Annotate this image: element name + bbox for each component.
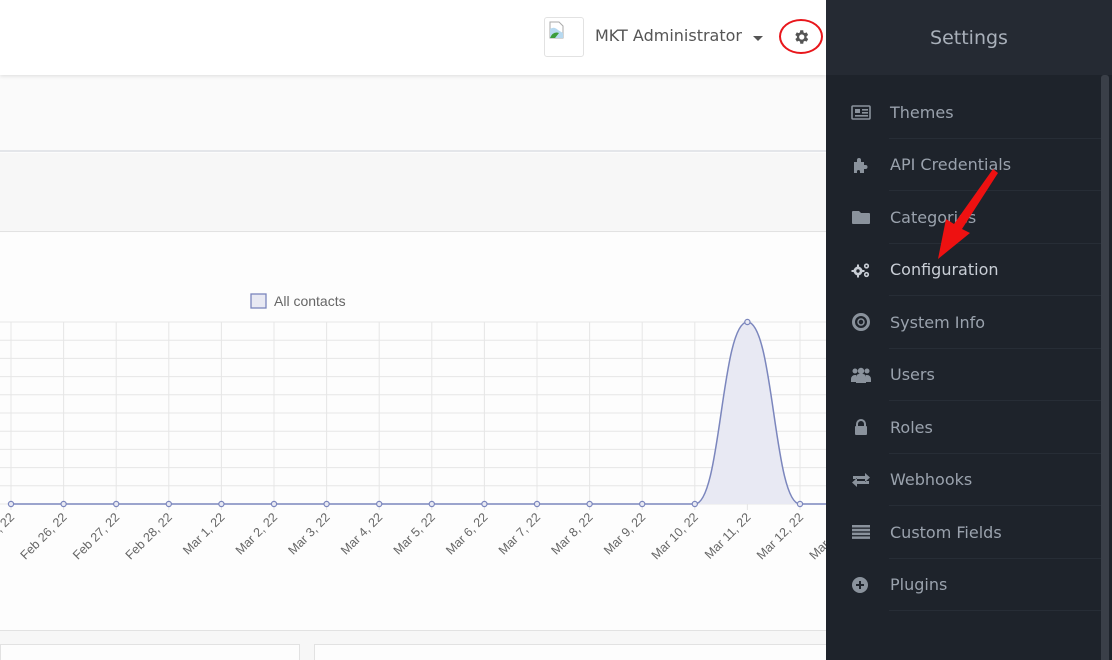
- sidebar-item-label: System Info: [890, 312, 986, 332]
- gears-icon: [850, 261, 872, 279]
- sidebar-item-webhooks[interactable]: Webhooks: [826, 454, 1104, 507]
- widget-card: [0, 644, 300, 660]
- data-point[interactable]: [639, 500, 646, 508]
- list-icon: [850, 523, 872, 541]
- x-tick-label: Mar 13, 22: [807, 510, 826, 562]
- x-tick-label: Mar 10, 22: [649, 510, 701, 562]
- sidebar-item-custom-fields[interactable]: Custom Fields: [826, 506, 1104, 559]
- sidebar-title: Settings: [930, 26, 1008, 49]
- page-header-band: [0, 75, 826, 152]
- sidebar-item-label: Webhooks: [890, 470, 973, 490]
- x-tick-label: Feb 26, 22: [18, 510, 70, 562]
- data-point[interactable]: [481, 500, 488, 508]
- sidebar-item-api-credentials[interactable]: API Credentials: [826, 139, 1104, 192]
- data-point[interactable]: [744, 318, 751, 326]
- user-menu-name[interactable]: MKT Administrator: [595, 26, 742, 45]
- sidebar-item-categories[interactable]: Categories: [826, 191, 1104, 244]
- gear-icon: [795, 29, 809, 44]
- x-tick-label: Mar 8, 22: [548, 510, 595, 557]
- sidebar-item-configuration[interactable]: Configuration: [826, 244, 1104, 297]
- data-point[interactable]: [691, 500, 699, 508]
- top-navbar: MKT Administrator: [0, 0, 826, 75]
- legend-label[interactable]: All contacts: [274, 293, 346, 309]
- data-point[interactable]: [7, 500, 15, 508]
- data-point[interactable]: [376, 500, 383, 508]
- sidebar-item-label: Themes: [890, 102, 954, 122]
- settings-sidebar: Settings Themes API Credentials Categori…: [826, 0, 1112, 660]
- sidebar-item-label: Plugins: [890, 575, 948, 595]
- x-tick-label: Feb 27, 22: [70, 510, 122, 562]
- x-tick-label: Mar 7, 22: [496, 510, 543, 557]
- data-point[interactable]: [270, 500, 278, 508]
- newspaper-icon: [850, 103, 872, 121]
- sidebar-item-label: Users: [890, 365, 935, 385]
- sidebar-item-system-info[interactable]: System Info: [826, 296, 1104, 349]
- x-tick-label: Feb 25, 22: [0, 510, 17, 562]
- widget-card: [314, 644, 826, 660]
- data-point[interactable]: [796, 500, 804, 508]
- settings-button[interactable]: [779, 19, 823, 54]
- data-point[interactable]: [165, 500, 172, 508]
- data-point[interactable]: [218, 500, 225, 508]
- x-tick-label: Mar 9, 22: [601, 510, 648, 557]
- puzzle-icon: [850, 156, 872, 174]
- data-point[interactable]: [586, 500, 593, 508]
- sidebar-item-roles[interactable]: Roles: [826, 401, 1104, 454]
- data-point[interactable]: [533, 500, 541, 508]
- main-content: MKT Administrator Feb 25, 22Feb 26, 22Fe…: [0, 0, 826, 660]
- x-tick-label: Mar 2, 22: [233, 510, 280, 557]
- x-tick-label: Mar 4, 22: [338, 510, 385, 557]
- settings-menu: Themes API Credentials Categories Config…: [826, 86, 1104, 611]
- x-tick-label: Mar 12, 22: [754, 510, 806, 562]
- avatar[interactable]: [544, 17, 584, 57]
- sidebar-item-themes[interactable]: Themes: [826, 86, 1104, 139]
- sidebar-header: Settings: [826, 0, 1112, 75]
- exchange-icon: [850, 471, 872, 489]
- sidebar-scrollbar[interactable]: [1101, 75, 1109, 660]
- data-point[interactable]: [323, 500, 330, 508]
- sidebar-item-label: Categories: [890, 207, 977, 227]
- life-ring-icon: [850, 313, 872, 332]
- legend-swatch[interactable]: [250, 293, 267, 309]
- broken-image-icon: [549, 21, 564, 39]
- data-point[interactable]: [60, 500, 67, 508]
- sidebar-item-plugins[interactable]: Plugins: [826, 559, 1104, 612]
- x-tick-label: Mar 5, 22: [391, 510, 438, 557]
- data-point[interactable]: [112, 500, 120, 508]
- data-point[interactable]: [428, 500, 435, 508]
- sidebar-item-label: Custom Fields: [890, 522, 1002, 542]
- x-tick-label: Feb 28, 22: [123, 510, 175, 562]
- chevron-down-icon[interactable]: [753, 36, 763, 41]
- x-tick-label: Mar 11, 22: [702, 510, 754, 562]
- sidebar-item-users[interactable]: Users: [826, 349, 1104, 402]
- contacts-chart: Feb 25, 22Feb 26, 22Feb 27, 22Feb 28, 22…: [0, 293, 826, 562]
- x-tick-label: Mar 1, 22: [180, 510, 227, 557]
- sidebar-item-label: API Credentials: [890, 155, 1012, 175]
- plus-circle-icon: [850, 576, 872, 594]
- x-tick-label: Mar 3, 22: [285, 510, 332, 557]
- filter-band: [0, 153, 826, 232]
- x-tick-label: Mar 6, 22: [443, 510, 490, 557]
- folder-icon: [850, 208, 872, 226]
- lock-icon: [850, 418, 872, 436]
- users-icon: [850, 366, 872, 384]
- sidebar-item-label: Configuration: [890, 260, 999, 280]
- contacts-chart-panel: Feb 25, 22Feb 26, 22Feb 27, 22Feb 28, 22…: [0, 233, 826, 630]
- sidebar-item-label: Roles: [890, 417, 933, 437]
